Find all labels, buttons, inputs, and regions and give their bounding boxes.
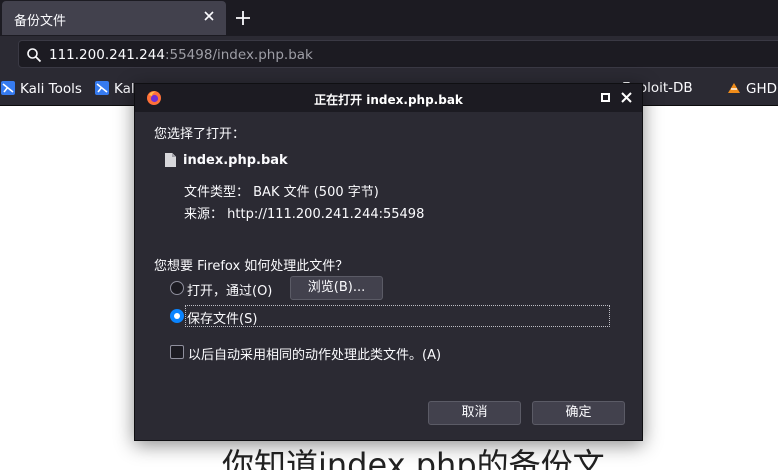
bookmark-label: Kal (114, 81, 135, 97)
file-type: 文件类型： BAK 文件 (500 字节) (184, 185, 379, 200)
search-icon (27, 48, 42, 63)
close-icon[interactable] (202, 9, 216, 23)
file-source: 来源： http://111.200.241.244:55498 (184, 207, 425, 222)
url-text: 111.200.241.244:55498/index.php.bak (49, 47, 313, 63)
cancel-button[interactable]: 取消 (428, 401, 521, 425)
bookmark-kali[interactable]: Kal (94, 80, 135, 97)
file-name: index.php.bak (183, 153, 288, 168)
ghdb-icon (728, 83, 740, 93)
tab-strip: 备份文件 (0, 0, 778, 36)
kali-icon (95, 81, 109, 95)
bookmark-ghdb[interactable]: GHD (726, 80, 777, 97)
handling-question: 您想要 Firefox 如何处理此文件？ (154, 259, 349, 274)
dialog-title: 正在打开 index.php.bak (314, 93, 463, 107)
close-icon[interactable] (621, 92, 632, 103)
maximize-icon[interactable] (601, 93, 610, 102)
save-file-label[interactable]: 保存文件(S) (187, 308, 257, 327)
open-file-dialog: 正在打开 index.php.bak 您选择了打开： index.php.bak… (134, 83, 643, 441)
save-file-radio[interactable] (170, 309, 184, 323)
dialog-titlebar[interactable]: 正在打开 index.php.bak (135, 84, 642, 112)
bookmark-kali-tools[interactable]: Kali Tools (0, 80, 82, 97)
url-bar[interactable]: 111.200.241.244:55498/index.php.bak (18, 40, 778, 68)
new-tab-icon[interactable] (232, 7, 254, 29)
page-heading: 你知道index.php的备份文 (222, 446, 605, 470)
auto-action-checkbox[interactable] (170, 345, 184, 359)
ok-button[interactable]: 确定 (532, 401, 625, 425)
bookmark-label: Kali Tools (20, 81, 82, 97)
url-host: 111.200.241.244 (49, 47, 165, 63)
open-with-label[interactable]: 打开，通过(O) (187, 280, 272, 299)
bookmark-label: GHD (746, 81, 778, 97)
url-path: :55498/index.php.bak (164, 47, 313, 63)
kali-tools-icon (1, 81, 15, 95)
tab-backup-file[interactable]: 备份文件 (2, 1, 226, 35)
auto-action-label[interactable]: 以后自动采用相同的动作处理此类文件。(A) (188, 344, 441, 363)
nav-bar: 111.200.241.244:55498/index.php.bak (0, 36, 778, 72)
chosen-label: 您选择了打开： (154, 127, 246, 142)
tab-title: 备份文件 (14, 14, 67, 29)
browse-button[interactable]: 浏览(B)... (290, 276, 383, 300)
open-with-radio[interactable] (170, 281, 184, 295)
file-icon (165, 153, 176, 167)
